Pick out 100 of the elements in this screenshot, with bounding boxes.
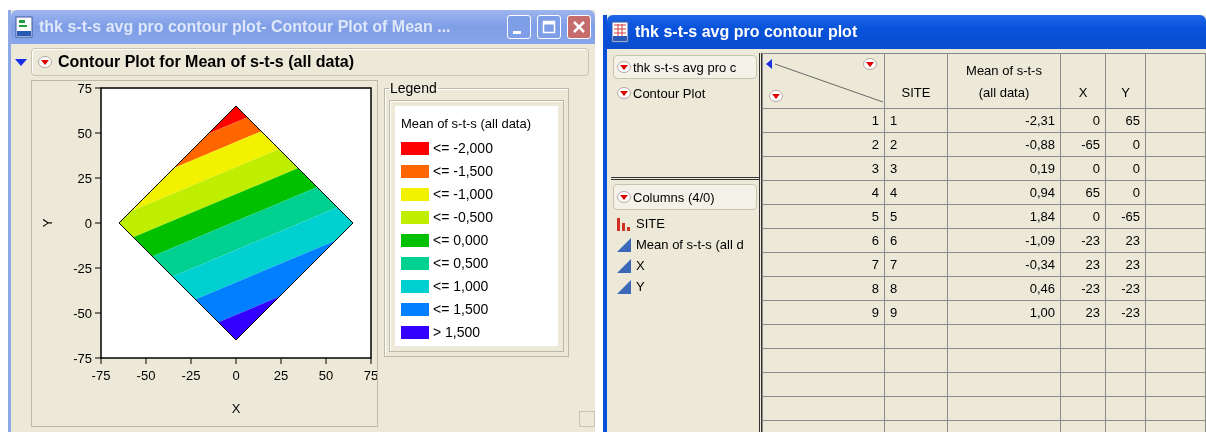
- legend-label: <= 1,000: [433, 278, 489, 294]
- table-cell: 9: [884, 300, 948, 325]
- tick-label: -50: [136, 368, 156, 383]
- table-cell: 0,94: [947, 180, 1061, 205]
- axis-label: Y: [40, 218, 55, 228]
- axis-label: X: [231, 401, 241, 416]
- table-cell: 65: [1105, 108, 1146, 133]
- tick-label: 25: [273, 368, 289, 383]
- table-cell: 3: [884, 156, 948, 181]
- column-name[interactable]: X: [636, 258, 645, 273]
- row-number[interactable]: 9: [762, 300, 885, 325]
- tick-label: 25: [77, 171, 92, 186]
- table-cell: -0,34: [947, 252, 1061, 277]
- table-cell: 4: [884, 180, 948, 205]
- table-cell: -65: [1105, 204, 1146, 229]
- minimize-button[interactable]: [507, 15, 531, 39]
- disclosure-icon[interactable]: [15, 56, 27, 68]
- table-cell: 0: [1060, 204, 1106, 229]
- table-cell: -23: [1105, 276, 1146, 301]
- table-cell: 1,84: [947, 204, 1061, 229]
- legend-title: Legend: [389, 80, 438, 96]
- columns-header[interactable]: Columns (4/0): [613, 184, 757, 210]
- table-cell: 0: [1105, 132, 1146, 157]
- table-cell: 2: [884, 132, 948, 157]
- legend-label: <= -0,500: [433, 209, 493, 225]
- table-cell: 23: [1060, 300, 1106, 325]
- table-cell: 0: [1060, 108, 1106, 133]
- column-header[interactable]: Mean of s-t-s (all data): [947, 53, 1061, 109]
- legend-label: <= 0,500: [433, 255, 489, 271]
- dropdown-icon[interactable]: [617, 87, 631, 99]
- table-cell: 1,00: [947, 300, 1061, 325]
- document-icon: [15, 16, 33, 38]
- minimize-icon: [513, 30, 521, 34]
- window-title: thk s-t-s avg pro contour plot: [635, 23, 859, 41]
- legend-heading: Mean of s-t-s (all data): [401, 116, 533, 131]
- row-number[interactable]: 1: [762, 108, 885, 133]
- row-number[interactable]: 4: [762, 180, 885, 205]
- table-cell: 1: [884, 108, 948, 133]
- tick-label: 75: [77, 81, 92, 96]
- column-name[interactable]: SITE: [636, 216, 665, 231]
- legend-label: <= 1,500: [433, 301, 489, 317]
- row-number[interactable]: 5: [762, 204, 885, 229]
- close-icon: [572, 20, 586, 34]
- column-name[interactable]: Mean of s-t-s (all d: [636, 237, 744, 252]
- table-cell: 6: [884, 228, 948, 253]
- maximize-button[interactable]: [537, 15, 561, 39]
- column-name[interactable]: Y: [636, 279, 645, 294]
- legend-label: <= -2,000: [433, 140, 493, 156]
- table-cell: 8: [884, 276, 948, 301]
- dropdown-icon[interactable]: [617, 61, 631, 73]
- table-cell: -23: [1060, 276, 1106, 301]
- bar-chart-icon: [616, 215, 632, 232]
- close-button[interactable]: [567, 15, 591, 39]
- legend-label: > 1,500: [433, 324, 481, 340]
- tick-label: 75: [363, 368, 377, 383]
- table-cell: -0,88: [947, 132, 1061, 157]
- tick-label: -25: [73, 261, 92, 276]
- legend-label: <= 0,000: [433, 232, 489, 248]
- table-cell: 7: [884, 252, 948, 277]
- maximize-icon: [542, 20, 556, 34]
- row-number[interactable]: 8: [762, 276, 885, 301]
- triangle-icon: [616, 236, 632, 253]
- table-cell: 0: [1105, 156, 1146, 181]
- tick-label: -25: [181, 368, 201, 383]
- table-cell: 5: [884, 204, 948, 229]
- table-cell: 0: [1060, 156, 1106, 181]
- tick-label: -75: [73, 351, 92, 366]
- row-number[interactable]: 2: [762, 132, 885, 157]
- table-cell: -65: [1060, 132, 1106, 157]
- column-header[interactable]: SITE: [884, 53, 948, 109]
- table-cell: 23: [1060, 252, 1106, 277]
- tick-label: 50: [77, 126, 92, 141]
- legend-label: <= -1,500: [433, 163, 493, 179]
- table-cell: 23: [1105, 228, 1146, 253]
- column-header[interactable]: X: [1060, 53, 1106, 109]
- table-cell: 65: [1060, 180, 1106, 205]
- tick-label: 0: [232, 368, 240, 383]
- row-number[interactable]: 3: [762, 156, 885, 181]
- tick-label: 0: [84, 216, 92, 231]
- dropdown-icon[interactable]: [617, 191, 631, 203]
- row-number[interactable]: 6: [762, 228, 885, 253]
- panel-item[interactable]: Contour Plot: [613, 81, 757, 105]
- table-cell: 23: [1105, 252, 1146, 277]
- legend-label: <= -1,000: [433, 186, 493, 202]
- tick-label: 50: [318, 368, 334, 383]
- table-cell: 0: [1105, 180, 1146, 205]
- resize-grip[interactable]: [579, 411, 595, 427]
- table-cell: 0,19: [947, 156, 1061, 181]
- panel-item[interactable]: thk s-t-s avg pro c: [613, 55, 757, 79]
- triangle-icon: [616, 278, 632, 295]
- table-cell: -1,09: [947, 228, 1061, 253]
- table-cell: -2,31: [947, 108, 1061, 133]
- dropdown-icon[interactable]: [38, 56, 52, 68]
- tick-label: -75: [91, 368, 111, 383]
- row-number[interactable]: 7: [762, 252, 885, 277]
- column-header[interactable]: Y: [1105, 53, 1146, 109]
- table-cell: 0,46: [947, 276, 1061, 301]
- table-cell: -23: [1105, 300, 1146, 325]
- outline-title: Contour Plot for Mean of s-t-s (all data): [58, 53, 354, 71]
- triangle-icon: [616, 257, 632, 274]
